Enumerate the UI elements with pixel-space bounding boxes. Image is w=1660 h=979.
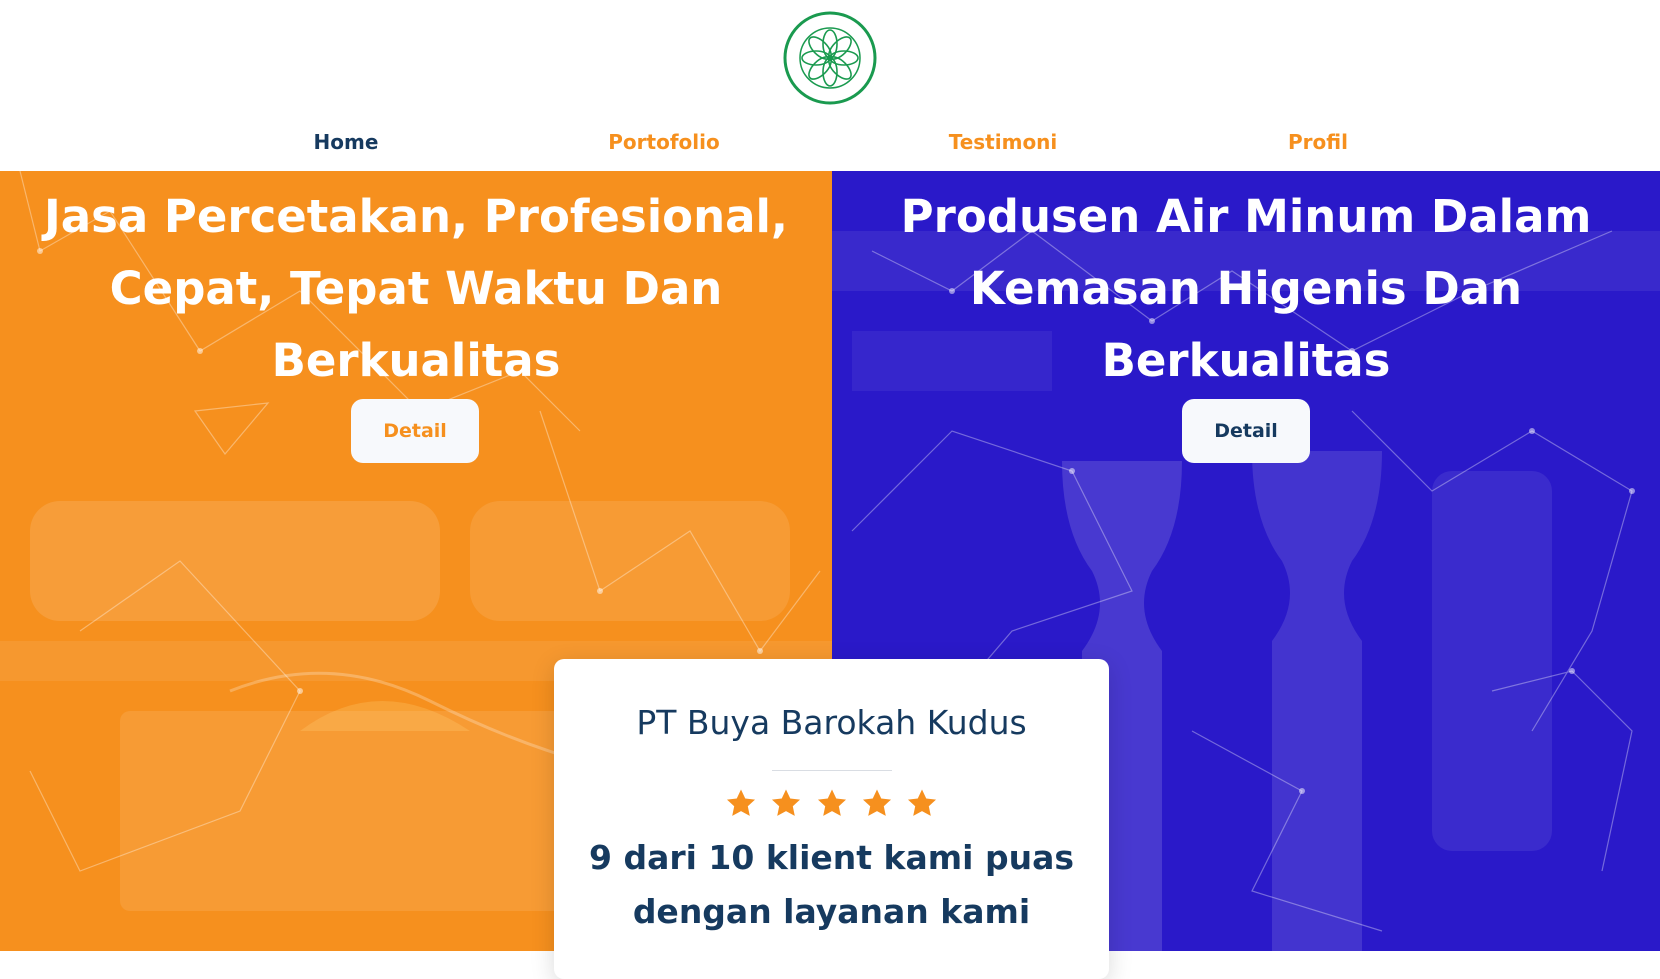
site-header: Home Portofolio Testimoni Profil <box>0 0 1660 171</box>
nav-testimoni[interactable]: Testimoni <box>949 130 1058 154</box>
star-icon <box>772 789 801 816</box>
card-divider <box>772 770 892 771</box>
hero-printing-title: Jasa Percetakan, Profesional, Cepat, Tep… <box>43 190 789 387</box>
star-icon <box>907 789 936 816</box>
lotus-seal-logo[interactable] <box>782 10 878 106</box>
printing-detail-button[interactable]: Detail <box>351 399 479 463</box>
star-icon <box>727 789 756 816</box>
water-detail-button[interactable]: Detail <box>1182 399 1310 463</box>
nav-portofolio[interactable]: Portofolio <box>608 130 719 154</box>
star-rating <box>554 787 1109 825</box>
company-name: PT Buya Barokah Kudus <box>636 703 1027 742</box>
satisfaction-text: 9 dari 10 klient kami puas dengan layana… <box>589 838 1074 931</box>
star-icon <box>817 789 846 816</box>
nav-profil[interactable]: Profil <box>1288 130 1348 154</box>
nav-home[interactable]: Home <box>314 130 379 154</box>
testimonial-card: PT Buya Barokah Kudus 9 dari 10 klient k… <box>554 659 1109 979</box>
hero-water-title: Produsen Air Minum Dalam Kemasan Higenis… <box>900 190 1592 387</box>
star-icon <box>862 789 891 816</box>
